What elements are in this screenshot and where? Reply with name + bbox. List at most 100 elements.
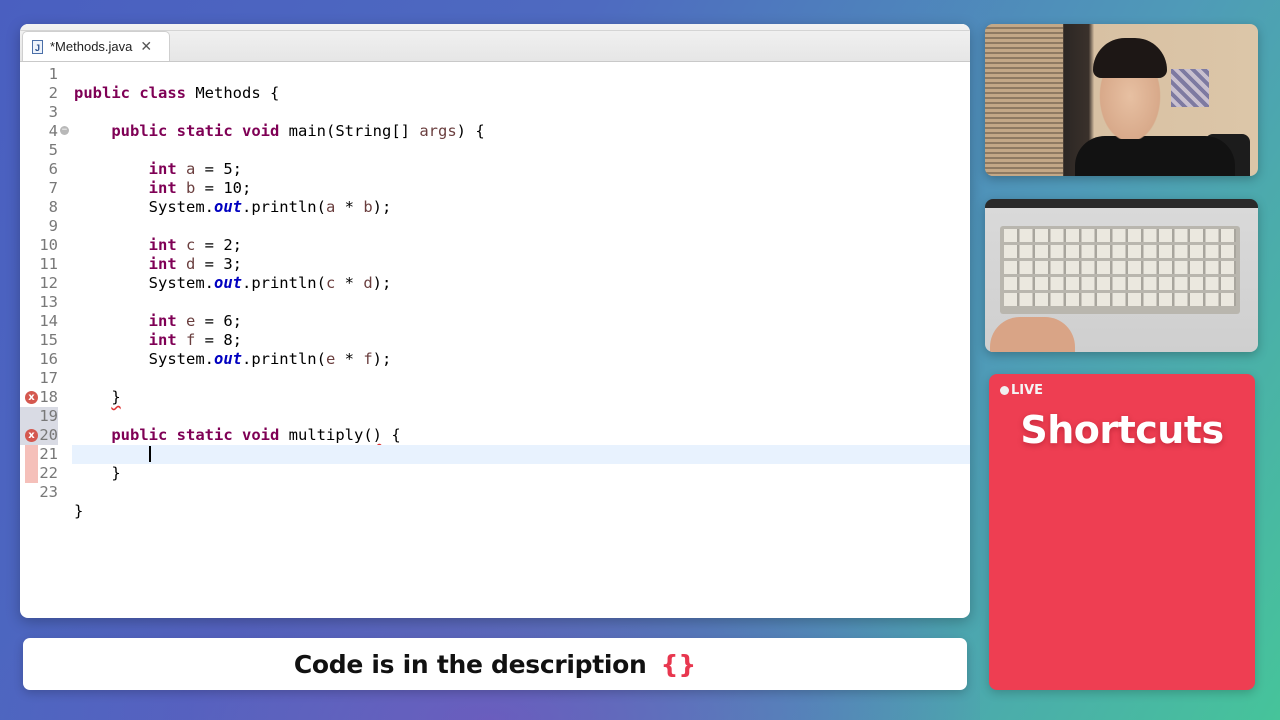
code-text: System.out.println(c * d); [74, 274, 392, 293]
line-number: 19 [20, 407, 58, 426]
code-token: ); [372, 274, 392, 292]
code-line[interactable]: 3 [20, 103, 970, 122]
code-line[interactable]: 13 [20, 293, 970, 312]
variable-token: f [186, 331, 196, 349]
window-blinds [985, 24, 1063, 176]
code-line[interactable]: 5 [20, 141, 970, 160]
code-token: * [335, 198, 364, 216]
code-area[interactable]: 1 2 public class Methods {3 4− public stati… [20, 62, 970, 618]
code-line[interactable]: 23 [20, 483, 970, 502]
code-line[interactable]: 19 [20, 407, 970, 426]
code-line[interactable]: 22 } [20, 464, 970, 483]
keyword-token: int [148, 236, 177, 254]
code-line[interactable]: 14 int e = 6; [20, 312, 970, 331]
code-token: * [335, 274, 364, 292]
code-text: int d = 3; [74, 255, 242, 274]
code-token: = 5; [195, 160, 243, 178]
code-token: System. [74, 274, 214, 292]
keyword-token: int [148, 312, 177, 330]
variable-token: e [325, 350, 336, 368]
wall-art [1171, 69, 1209, 107]
line-number: 4 [48, 122, 58, 140]
error-marker-icon[interactable]: x [25, 391, 38, 404]
code-line[interactable]: 10 int c = 2; [20, 236, 970, 255]
code-text: System.out.println(a * b); [74, 198, 392, 217]
keyword-token: static [176, 426, 233, 444]
code-line[interactable]: 16 System.out.println(e * f); [20, 350, 970, 369]
keyword-token: void [242, 122, 280, 140]
code-line[interactable]: 6 int a = 5; [20, 160, 970, 179]
code-text: public static void main(String[] args) { [74, 122, 484, 141]
code-line[interactable]: 1 [20, 65, 970, 84]
close-tab-icon[interactable]: ✕ [140, 38, 152, 55]
code-line[interactable]: 9 [20, 217, 970, 236]
code-line[interactable]: 2 public class Methods { [20, 84, 970, 103]
keyword-token: int [148, 255, 177, 273]
code-line[interactable]: 21 [39, 445, 970, 464]
fold-toggle-icon[interactable]: − [60, 126, 69, 135]
editor-tab-bar: J *Methods.java ✕ [20, 24, 970, 62]
error-token: } [111, 388, 121, 406]
code-token: { [382, 426, 401, 444]
code-line[interactable]: 4− public static void main(String[] args… [20, 122, 970, 141]
tab-label: *Methods.java [50, 39, 133, 54]
error-token: ) [372, 426, 383, 444]
code-text: } [74, 502, 83, 521]
keyword-token: int [148, 160, 177, 178]
face-camera [985, 24, 1258, 176]
tab-methods-java[interactable]: J *Methods.java ✕ [22, 31, 170, 61]
code-text: System.out.println(e * f); [74, 350, 392, 369]
code-text: int a = 5; [74, 160, 242, 179]
code-token: .println( [241, 198, 326, 216]
typing-hand [990, 317, 1075, 352]
line-number: 13 [39, 293, 58, 311]
variable-token: c [325, 274, 336, 292]
presenter-shirt [1075, 136, 1235, 176]
line-number: 12 [39, 274, 58, 292]
code-text: } [74, 388, 121, 407]
keyword-token: void [242, 426, 280, 444]
code-token: = 3; [195, 255, 243, 273]
code-line[interactable]: 17 [20, 369, 970, 388]
code-line[interactable]: 11 int d = 3; [20, 255, 970, 274]
keyboard-keys [1004, 229, 1236, 309]
code-token: System. [74, 350, 214, 368]
variable-token: d [363, 274, 373, 292]
code-line[interactable]: 18 x } [20, 388, 970, 407]
live-badge: LIVE [1000, 383, 1043, 398]
code-token: System. [74, 198, 214, 216]
field-token: out [213, 198, 242, 216]
code-line[interactable]: 15 int f = 8; [20, 331, 970, 350]
error-marker-icon[interactable]: x [25, 429, 38, 442]
code-text: public class Methods { [74, 84, 279, 103]
code-line[interactable]: 12 System.out.println(c * d); [20, 274, 970, 293]
line-number: 23 [39, 483, 58, 501]
line-number: 1 [48, 65, 58, 83]
variable-token: d [186, 255, 196, 273]
keyword-token: int [148, 179, 177, 197]
code-token: = 2; [195, 236, 243, 254]
variable-token: b [363, 198, 373, 216]
code-line[interactable]: } [20, 502, 970, 521]
code-line[interactable]: 7 int b = 10; [20, 179, 970, 198]
line-number: 11 [39, 255, 58, 273]
code-line[interactable]: 8 System.out.println(a * b); [20, 198, 970, 217]
code-line[interactable]: 20 x public static void multiply() { [20, 426, 970, 445]
code-token: } [74, 502, 84, 520]
line-number: 3 [48, 103, 58, 121]
keyboard-camera [985, 199, 1258, 352]
code-text: public static void multiply() { [74, 426, 401, 445]
